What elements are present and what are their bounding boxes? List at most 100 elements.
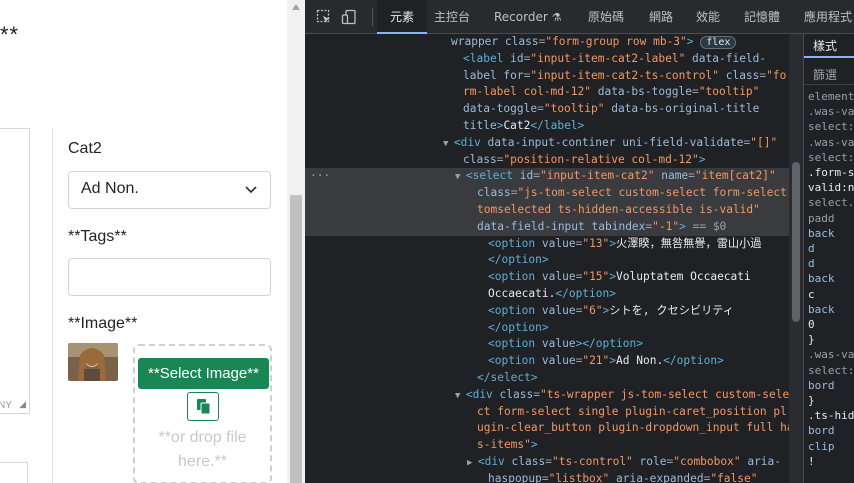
code-token: s-items" (477, 438, 531, 452)
tab-console[interactable]: 主控台 (434, 0, 470, 34)
tags-input[interactable] (68, 258, 271, 296)
code-token: > (530, 438, 538, 452)
dom-node-line[interactable]: <option value></option> (305, 336, 793, 353)
code-token: class (718, 68, 760, 82)
code-token: class (463, 152, 497, 166)
style-rule-line: select: (808, 120, 854, 134)
code-token: Occaecati. (488, 287, 556, 300)
chevron-down-icon (245, 186, 257, 194)
dom-node-line[interactable]: data-field-input tabindex="-1"> == $0 (305, 218, 793, 236)
tab-elements[interactable]: 元素 (377, 0, 427, 34)
code-token: </select> (477, 371, 538, 384)
code-token: "listbox" (548, 471, 610, 483)
dom-node-line[interactable]: <option value="15">Voluptatem Occaecati (305, 269, 793, 286)
expanded-triangle-icon[interactable]: ▼ (455, 391, 466, 401)
expanded-triangle-icon[interactable]: ▼ (455, 172, 466, 182)
style-rule-line: .was-va (808, 135, 854, 149)
dom-node-line[interactable]: ugin-clear_button plugin-dropdown_input … (305, 420, 793, 437)
devtools-panel: 元素 主控台 Recorder ⚗ 原始碼 網路 效能 記憶體 應用程式 wra… (305, 0, 854, 483)
collapsed-triangle-icon[interactable]: ▶ (467, 458, 478, 468)
scroll-up-arrow-icon[interactable] (292, 4, 300, 10)
tab-network[interactable]: 網路 (649, 0, 673, 34)
code-token: data-toggle (463, 102, 538, 116)
code-token: id (519, 169, 534, 183)
style-rule-line: d (808, 242, 815, 255)
dom-node-line[interactable]: ··· ▼ <select id="input-item-cat2" name="… (305, 168, 793, 186)
code-token: <option (488, 270, 542, 284)
dom-tree[interactable]: wrapper class="form-group row mb-3"> fle… (305, 34, 793, 483)
code-token: </label> (530, 119, 585, 132)
left-textarea[interactable]: NY ◢ (0, 128, 30, 414)
code-token: <option (488, 354, 542, 368)
dom-tree-scrollbar[interactable] (789, 34, 803, 483)
node-actions-icon[interactable]: ··· (310, 168, 330, 185)
dom-node-line[interactable]: ct form-select single plugin-caret_posit… (305, 404, 793, 421)
image-label: **Image** (68, 315, 138, 332)
code-token: <div (453, 135, 488, 149)
cat2-select[interactable]: Ad Non. (68, 171, 271, 209)
inspect-element-icon[interactable] (316, 9, 332, 25)
tab-memory[interactable]: 記憶體 (744, 0, 780, 34)
dom-node-line[interactable]: </option> (305, 252, 793, 269)
style-rule-line: select. (808, 196, 854, 210)
code-token: ct form-select single plugin-caret_posit… (477, 404, 787, 418)
tab-application[interactable]: 應用程式 (804, 0, 852, 34)
dom-node-line[interactable]: haspopup="listbox" aria-expanded="false" (305, 471, 793, 483)
dom-node-line[interactable]: </option> (305, 320, 793, 337)
dom-node-line[interactable]: rm-label col-md-12" data-bs-toggle="tool… (305, 84, 793, 101)
page-scrollbar[interactable] (287, 0, 305, 483)
dom-node-line[interactable]: ▼ <div data-input-continer uni-field-val… (305, 135, 793, 152)
tab-recorder[interactable]: Recorder ⚗ (494, 0, 561, 34)
dom-node-line[interactable]: title>Cat2</label> (305, 118, 793, 135)
code-token: = (537, 102, 544, 116)
code-token: "ts-control" (551, 455, 633, 468)
expanded-triangle-icon[interactable]: ▼ (443, 139, 454, 149)
dom-node-line[interactable]: ▶ <div class="ts-control" role="combobox… (305, 454, 793, 471)
flex-badge[interactable]: flex (700, 36, 737, 49)
style-rule-line: back (808, 302, 835, 316)
code-token: tabindex (584, 219, 646, 233)
code-token: data-bs-original-title (604, 102, 760, 116)
resize-grip-icon[interactable]: ◢ (19, 399, 26, 410)
dom-node-line[interactable]: <option value="6">シトを, クセシビリティ (305, 303, 793, 320)
dom-node-line[interactable]: data-toggle="tooltip" data-bs-original-t… (305, 101, 793, 118)
dom-node-line[interactable]: <option value="13">火澤睽，無咎無譽，雷山小過 (305, 236, 793, 253)
dom-node-line[interactable]: tomselected ts-hidden-accessible is-vali… (305, 202, 793, 219)
image-thumbnail[interactable] (68, 343, 118, 381)
tab-sources[interactable]: 原始碼 (588, 0, 624, 34)
dom-node-line[interactable]: wrapper class="form-group row mb-3"> fle… (305, 34, 793, 51)
styles-filter[interactable]: 篩選 (813, 66, 837, 83)
code-token: wrapper (451, 35, 505, 48)
dom-tree-scroll-thumb[interactable] (792, 162, 800, 322)
select-image-button[interactable]: **Select Image** (138, 358, 269, 389)
code-token: $0 (712, 219, 727, 233)
textarea-placeholder: NY (0, 400, 12, 411)
cat2-label: Cat2 (68, 140, 102, 157)
dom-node-line[interactable]: s-items"> (305, 437, 793, 454)
code-token: uni-field-validate (615, 135, 744, 149)
code-token: <div (465, 387, 500, 401)
dom-node-line[interactable]: class="js-tom-select custom-select form-… (305, 185, 793, 203)
code-token: = (545, 455, 552, 468)
code-token: aria-expanded (609, 471, 704, 483)
style-rule-line: .ts-hid (808, 409, 854, 423)
scroll-thumb[interactable] (290, 195, 302, 483)
dom-node-line[interactable]: <label id="input-item-cat2-label" data-f… (305, 51, 793, 68)
dom-node-line[interactable]: ▼ <div class="ts-wrapper js-tom-select c… (305, 387, 793, 404)
tab-styles[interactable]: 樣式 (804, 34, 854, 58)
code-token: aria- (740, 455, 782, 468)
styles-tabbar: 樣式 (804, 34, 854, 58)
paste-image-button[interactable] (187, 392, 219, 421)
dom-node-line[interactable]: </select> (305, 370, 793, 387)
device-toolbar-icon[interactable] (341, 9, 357, 25)
style-rule-line: d (808, 257, 815, 271)
dom-node-line[interactable]: class="position-relative col-md-12"> (305, 152, 793, 169)
left-input[interactable] (0, 462, 28, 483)
image-dropzone[interactable]: **Select Image** **or drop file here.** (133, 344, 272, 483)
dom-node-line[interactable]: <option value="21">Ad Non.</option> (305, 353, 793, 370)
code-token: </option> (555, 287, 616, 300)
dom-node-line[interactable]: Occaecati.</option> (305, 286, 793, 303)
code-token: "input-item-cat2-label" (530, 51, 686, 65)
tab-performance[interactable]: 效能 (696, 0, 720, 34)
dom-node-line[interactable]: label for="input-item-cat2-ts-control" c… (305, 68, 793, 85)
